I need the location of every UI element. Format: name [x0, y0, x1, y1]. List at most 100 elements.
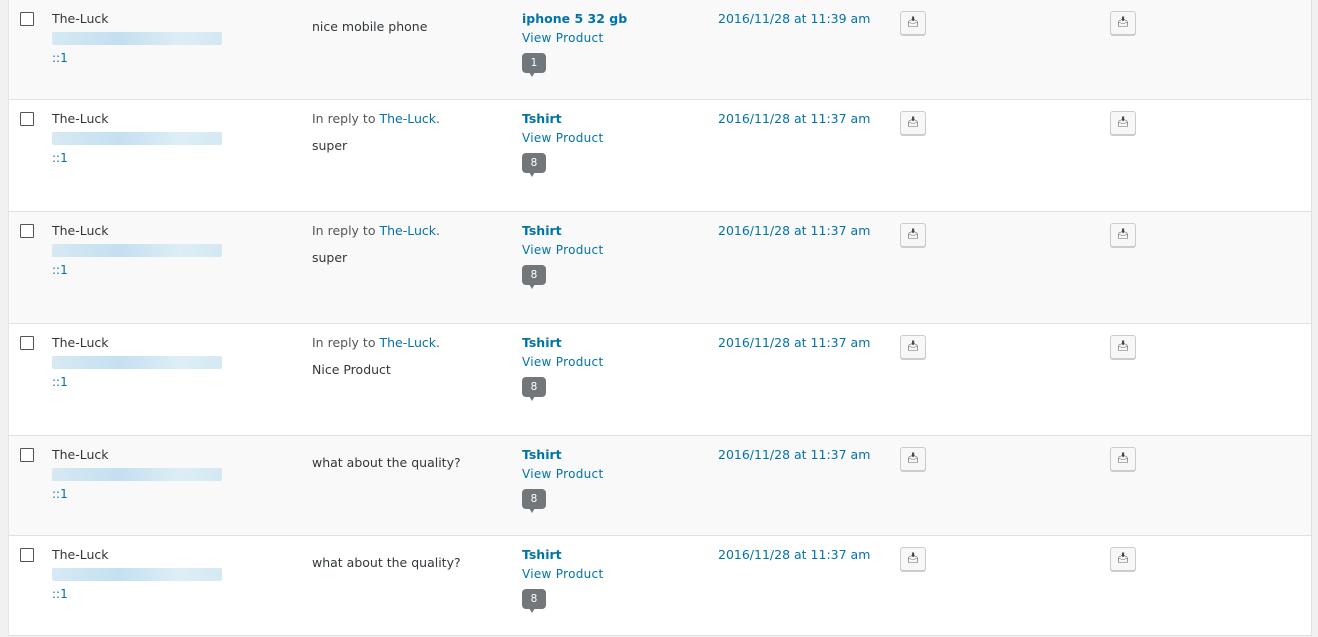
table-row: The-Luck ::1 what about the quality? Tsh…	[9, 436, 1311, 536]
table-row: The-Luck ::1 In reply to The-Luck. super…	[9, 212, 1311, 324]
action-button[interactable]: 📥︎	[1110, 447, 1136, 471]
product-link[interactable]: Tshirt	[522, 448, 712, 462]
download-icon: 📥︎	[906, 229, 920, 240]
author-cell: The-Luck ::1	[52, 336, 252, 389]
reply-line: In reply to The-Luck.	[312, 335, 440, 350]
view-product-link[interactable]: View Product	[522, 131, 712, 145]
action-button[interactable]: 📥︎	[1110, 11, 1136, 35]
author-cell: The-Luck ::1	[52, 12, 252, 65]
view-product-link[interactable]: View Product	[522, 31, 712, 45]
download-icon: 📥︎	[1116, 553, 1130, 564]
download-icon: 📥︎	[1116, 229, 1130, 240]
table-row: The-Luck ::1 what about the quality? Tsh…	[9, 536, 1311, 636]
action-button[interactable]: 📥︎	[1110, 111, 1136, 135]
comment-count-badge[interactable]: 8	[522, 265, 546, 289]
row-checkbox[interactable]	[20, 12, 34, 26]
row-checkbox[interactable]	[20, 548, 34, 562]
product-link[interactable]: Tshirt	[522, 224, 712, 238]
comment-text: Nice Product	[312, 362, 391, 377]
product-cell: Tshirt View Product 8	[522, 548, 712, 613]
author-email-blurred	[52, 32, 222, 45]
reply-prefix: In reply to	[312, 223, 376, 238]
author-name[interactable]: The-Luck	[52, 336, 252, 350]
download-icon: 📥︎	[906, 553, 920, 564]
product-cell: Tshirt View Product 8	[522, 224, 712, 289]
comment-date[interactable]: 2016/11/28 at 11:37 am	[718, 448, 870, 462]
author-cell: The-Luck ::1	[52, 112, 252, 165]
row-checkbox[interactable]	[20, 112, 34, 126]
product-link[interactable]: Tshirt	[522, 548, 712, 562]
comment-count-badge[interactable]: 8	[522, 153, 546, 177]
download-icon: 📥︎	[906, 453, 920, 464]
author-ip[interactable]: ::1	[52, 487, 252, 501]
download-icon: 📥︎	[1116, 17, 1130, 28]
author-email-blurred	[52, 244, 222, 257]
comment-cell: In reply to The-Luck. super	[312, 224, 502, 265]
author-ip[interactable]: ::1	[52, 151, 252, 165]
action-button[interactable]: 📥︎	[900, 11, 926, 35]
comment-date[interactable]: 2016/11/28 at 11:39 am	[718, 12, 870, 26]
action-button[interactable]: 📥︎	[1110, 223, 1136, 247]
reply-to-link[interactable]: The-Luck	[379, 223, 436, 238]
author-ip[interactable]: ::1	[52, 587, 252, 601]
author-ip[interactable]: ::1	[52, 51, 252, 65]
action-button[interactable]: 📥︎	[1110, 547, 1136, 571]
reply-to-link[interactable]: The-Luck	[379, 335, 436, 350]
author-ip[interactable]: ::1	[52, 375, 252, 389]
action-button[interactable]: 📥︎	[900, 335, 926, 359]
reply-prefix: In reply to	[312, 335, 376, 350]
author-email-blurred	[52, 132, 222, 145]
view-product-link[interactable]: View Product	[522, 355, 712, 369]
comment-cell: what about the quality?	[312, 556, 502, 570]
comment-text: super	[312, 138, 348, 153]
comment-date[interactable]: 2016/11/28 at 11:37 am	[718, 112, 870, 126]
author-cell: The-Luck ::1	[52, 448, 252, 501]
author-email-blurred	[52, 468, 222, 481]
download-icon: 📥︎	[906, 17, 920, 28]
download-icon: 📥︎	[906, 117, 920, 128]
author-name[interactable]: The-Luck	[52, 12, 252, 26]
author-name[interactable]: The-Luck	[52, 548, 252, 562]
row-checkbox[interactable]	[20, 448, 34, 462]
row-checkbox[interactable]	[20, 224, 34, 238]
product-link[interactable]: Tshirt	[522, 112, 712, 126]
action-button[interactable]: 📥︎	[900, 447, 926, 471]
action-button[interactable]: 📥︎	[900, 111, 926, 135]
author-name[interactable]: The-Luck	[52, 112, 252, 126]
action-button[interactable]: 📥︎	[900, 547, 926, 571]
product-cell: Tshirt View Product 8	[522, 336, 712, 401]
action-button[interactable]: 📥︎	[900, 223, 926, 247]
comment-date[interactable]: 2016/11/28 at 11:37 am	[718, 224, 870, 238]
reply-line: In reply to The-Luck.	[312, 111, 440, 126]
reply-prefix: In reply to	[312, 111, 376, 126]
action-button[interactable]: 📥︎	[1110, 335, 1136, 359]
product-link[interactable]: iphone 5 32 gb	[522, 12, 712, 26]
row-checkbox[interactable]	[20, 336, 34, 350]
comment-count-badge[interactable]: 1	[522, 53, 546, 77]
author-ip[interactable]: ::1	[52, 263, 252, 277]
comment-count-badge[interactable]: 8	[522, 489, 546, 513]
comment-count-badge[interactable]: 8	[522, 377, 546, 401]
view-product-link[interactable]: View Product	[522, 567, 712, 581]
comment-count-badge[interactable]: 8	[522, 589, 546, 613]
comment-date[interactable]: 2016/11/28 at 11:37 am	[718, 336, 870, 350]
table-row: The-Luck ::1 nice mobile phone iphone 5 …	[9, 0, 1311, 100]
table-row: The-Luck ::1 In reply to The-Luck. super…	[9, 100, 1311, 212]
comment-text: super	[312, 250, 348, 265]
reply-to-link[interactable]: The-Luck	[379, 111, 436, 126]
download-icon: 📥︎	[906, 341, 920, 352]
view-product-link[interactable]: View Product	[522, 467, 712, 481]
product-link[interactable]: Tshirt	[522, 336, 712, 350]
product-cell: Tshirt View Product 8	[522, 448, 712, 513]
author-name[interactable]: The-Luck	[52, 448, 252, 462]
product-cell: iphone 5 32 gb View Product 1	[522, 12, 712, 77]
comment-date[interactable]: 2016/11/28 at 11:37 am	[718, 548, 870, 562]
author-name[interactable]: The-Luck	[52, 224, 252, 238]
author-email-blurred	[52, 356, 222, 369]
comments-table: The-Luck ::1 nice mobile phone iphone 5 …	[8, 0, 1312, 636]
comment-cell: what about the quality?	[312, 456, 502, 470]
author-cell: The-Luck ::1	[52, 224, 252, 277]
comment-text: nice mobile phone	[312, 19, 428, 34]
view-product-link[interactable]: View Product	[522, 243, 712, 257]
comment-cell: In reply to The-Luck. Nice Product	[312, 336, 502, 377]
